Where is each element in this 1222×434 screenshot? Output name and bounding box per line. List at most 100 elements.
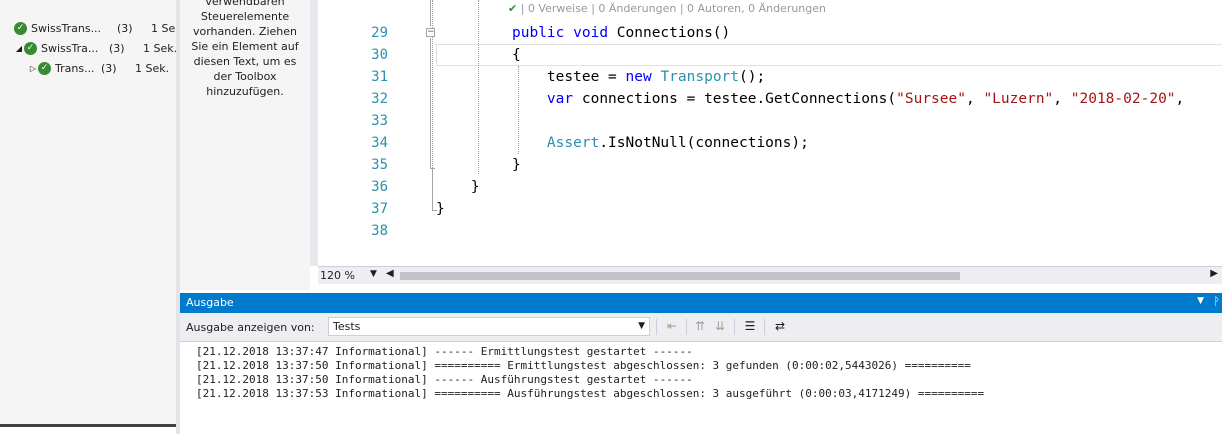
- test-tree-item-duration: 1 Sek.: [143, 41, 178, 55]
- test-tree-item-name: Trans...: [55, 61, 95, 75]
- code-token: "2018-02-20": [1070, 91, 1176, 107]
- code-token: ,: [1175, 91, 1185, 107]
- indent-guide: [478, 0, 479, 174]
- test-passed-icon: ✓: [38, 61, 51, 75]
- collapse-arrow-icon[interactable]: ◢: [14, 44, 24, 53]
- test-tree-item-name: SwissTra...: [41, 41, 99, 55]
- test-passed-icon: ✓: [24, 41, 37, 55]
- test-tree-item-duration: 1 Sek.: [135, 61, 170, 75]
- test-tree-item-name: SwissTrans...: [31, 21, 102, 35]
- output-toolbar: Ausgabe anzeigen von: Tests ▼ ⇤ ⇈ ⇊ ☰ ⇄: [180, 313, 1222, 341]
- output-line: [21.12.2018 13:37:50 Informational] ====…: [196, 359, 971, 372]
- chevron-down-icon: ▼: [638, 321, 645, 331]
- code-token: .IsNotNull(connections);: [599, 135, 809, 151]
- code-token: ,: [965, 91, 984, 107]
- fold-line: [432, 168, 433, 210]
- toolbar-separator: [734, 319, 735, 335]
- zoom-dropdown-icon[interactable]: ▼: [370, 269, 377, 279]
- dropdown-arrow-icon[interactable]: ▼: [1197, 296, 1204, 306]
- clear-all-icon[interactable]: ☰: [742, 318, 758, 334]
- code-token: "Luzern": [983, 91, 1054, 107]
- toolbox-panel: verwendbaren Steuerelemente vorhanden. Z…: [180, 0, 310, 290]
- show-output-from-label: Ausgabe anzeigen von:: [186, 321, 315, 334]
- test-passed-icon: ✓: [14, 21, 27, 35]
- test-tree-item[interactable]: ◢ ✓ SwissTra... (3) 1 Sek.: [14, 40, 177, 56]
- code-text: var connections = testee.GetConnections(…: [512, 88, 1184, 110]
- code-token: }: [436, 179, 480, 195]
- fold-line: [430, 38, 431, 168]
- line-number: 34: [371, 135, 388, 151]
- line-number: 37: [371, 201, 388, 217]
- code-token: ,: [1053, 91, 1071, 107]
- output-source-select[interactable]: Tests ▼: [328, 317, 650, 336]
- expand-arrow-icon[interactable]: ▷: [28, 64, 38, 73]
- scroll-left-icon[interactable]: ◀: [386, 268, 394, 279]
- code-token: Connections(): [608, 25, 731, 41]
- fold-line: [430, 0, 431, 26]
- code-token: void: [573, 25, 609, 41]
- line-number: 35: [371, 157, 388, 173]
- code-token: ();: [739, 69, 766, 85]
- toolbox-edge: [310, 0, 318, 266]
- output-panel-title: Ausgabe: [186, 296, 234, 309]
- code-token: {: [512, 47, 521, 63]
- line-number: 29: [371, 25, 388, 41]
- code-editor[interactable]: − ✔ | 0 Verweise | 0 Änderungen | 0 Auto…: [318, 0, 1222, 266]
- editor-status-bar: 120 % ▼ ◀ ▶: [318, 266, 1222, 284]
- output-line: [21.12.2018 13:37:47 Informational] ----…: [196, 345, 693, 358]
- pin-icon[interactable]: ᚹ: [1213, 295, 1220, 308]
- code-text: testee = new Transport();: [512, 66, 765, 88]
- test-tree-item-count: (3): [117, 21, 133, 35]
- line-number: 31: [371, 69, 388, 85]
- code-text: }: [512, 154, 521, 176]
- test-tree-item[interactable]: ▷ ✓ Trans... (3) 1 Sek.: [28, 60, 169, 76]
- code-token: var: [546, 91, 574, 107]
- check-icon: ✔: [508, 2, 518, 15]
- panel-divider: [0, 424, 176, 427]
- horizontal-scrollbar-thumb[interactable]: [400, 272, 960, 280]
- find-in-output-icon[interactable]: ⇤: [664, 318, 680, 334]
- go-to-next-icon[interactable]: ⇊: [712, 318, 728, 334]
- toolbar-separator: [686, 319, 687, 335]
- code-token: Transport: [660, 69, 740, 85]
- code-token: }: [436, 201, 445, 217]
- line-number: 38: [371, 223, 388, 239]
- toolbar-separator: [764, 319, 765, 335]
- code-text: }: [436, 176, 480, 198]
- toolbar-separator: [656, 319, 657, 335]
- codelens-text: | 0 Verweise | 0 Änderungen | 0 Autoren,…: [520, 2, 827, 15]
- code-text: public void Connections(): [512, 22, 730, 44]
- code-text: }: [436, 198, 445, 220]
- output-panel-header: Ausgabe ▼ ᚹ: [180, 293, 1222, 313]
- code-token: public: [512, 25, 565, 41]
- code-text: Assert.IsNotNull(connections);: [512, 132, 809, 154]
- code-token: "Sursee": [896, 91, 966, 107]
- collapse-region-icon[interactable]: −: [426, 28, 435, 37]
- test-explorer-panel: ✓ SwissTrans... (3) 1 Sek. ◢ ✓ SwissTra.…: [0, 0, 185, 424]
- line-number: 33: [371, 113, 388, 129]
- go-to-previous-icon[interactable]: ⇈: [692, 318, 708, 334]
- line-number: 30: [371, 47, 388, 63]
- line-number: 32: [371, 91, 388, 107]
- line-number: 36: [371, 179, 388, 195]
- zoom-level[interactable]: 120 %: [320, 269, 355, 282]
- scroll-right-icon[interactable]: ▶: [1210, 268, 1218, 279]
- toolbox-empty-message: verwendbaren Steuerelemente vorhanden. Z…: [191, 0, 299, 98]
- code-token: new: [625, 69, 652, 85]
- output-source-value: Tests: [333, 320, 361, 333]
- output-line: [21.12.2018 13:37:53 Informational] ====…: [196, 387, 985, 400]
- output-text-area[interactable]: [21.12.2018 13:37:47 Informational] ----…: [180, 341, 1222, 434]
- test-tree-item-count: (3): [101, 61, 117, 75]
- code-text: {: [512, 44, 521, 66]
- code-token: }: [512, 157, 521, 173]
- toggle-word-wrap-icon[interactable]: ⇄: [772, 318, 788, 334]
- code-token: connections = testee.GetConnections(: [573, 91, 897, 107]
- test-tree-item-count: (3): [109, 41, 125, 55]
- code-token: testee =: [512, 69, 626, 85]
- test-tree-item[interactable]: ✓ SwissTrans... (3) 1 Sek.: [4, 20, 185, 36]
- codelens-info[interactable]: ✔ | 0 Verweise | 0 Änderungen | 0 Autore…: [508, 2, 826, 15]
- code-token: Assert: [546, 135, 600, 151]
